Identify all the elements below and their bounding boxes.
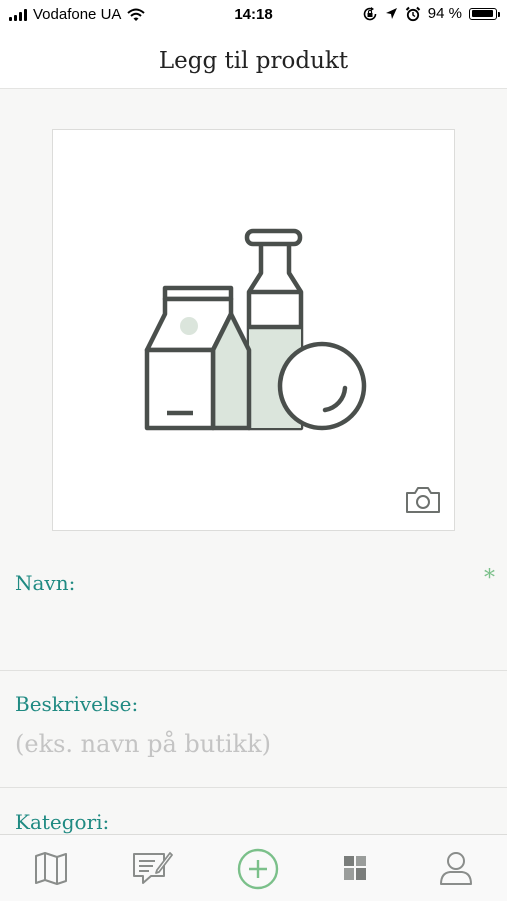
battery-fill [471, 10, 494, 17]
grocery-products-illustration [144, 228, 367, 431]
edit-list-icon [133, 852, 173, 884]
status-right: 94 % [362, 5, 500, 22]
profile-icon [440, 852, 472, 885]
required-indicator: * [484, 566, 495, 591]
tab-map[interactable] [31, 848, 71, 888]
camera-icon[interactable] [405, 486, 441, 514]
grid-icon [344, 856, 366, 880]
rotation-lock-icon [363, 6, 377, 20]
tab-add[interactable] [237, 848, 279, 890]
location-arrow-icon [385, 8, 397, 19]
tab-profile[interactable] [436, 848, 476, 888]
tab-edit-list[interactable] [131, 848, 173, 888]
battery-icon [469, 7, 500, 20]
page-title: Legg til produkt [158, 48, 349, 74]
tab-grid[interactable] [335, 848, 375, 888]
status-bar: Vodafone UA 14:18 94 % [0, 0, 507, 30]
add-circle-icon [237, 848, 279, 890]
tab-bar [0, 834, 507, 901]
navigation-bar: Legg til produkt [0, 30, 507, 89]
name-label: Navn: [15, 571, 76, 595]
name-field[interactable]: Navn: * [0, 552, 507, 671]
alarm-icon [405, 6, 421, 21]
product-photo-area[interactable] [52, 129, 455, 531]
map-icon [35, 852, 67, 885]
category-label: Kategori: [15, 810, 110, 834]
description-label: Beskrivelse: [15, 692, 139, 716]
description-placeholder[interactable]: (eks. navn på butikk) [15, 730, 271, 758]
battery-percent: 94 % [427, 5, 462, 22]
description-field[interactable]: Beskrivelse: (eks. navn på butikk) [0, 671, 507, 788]
